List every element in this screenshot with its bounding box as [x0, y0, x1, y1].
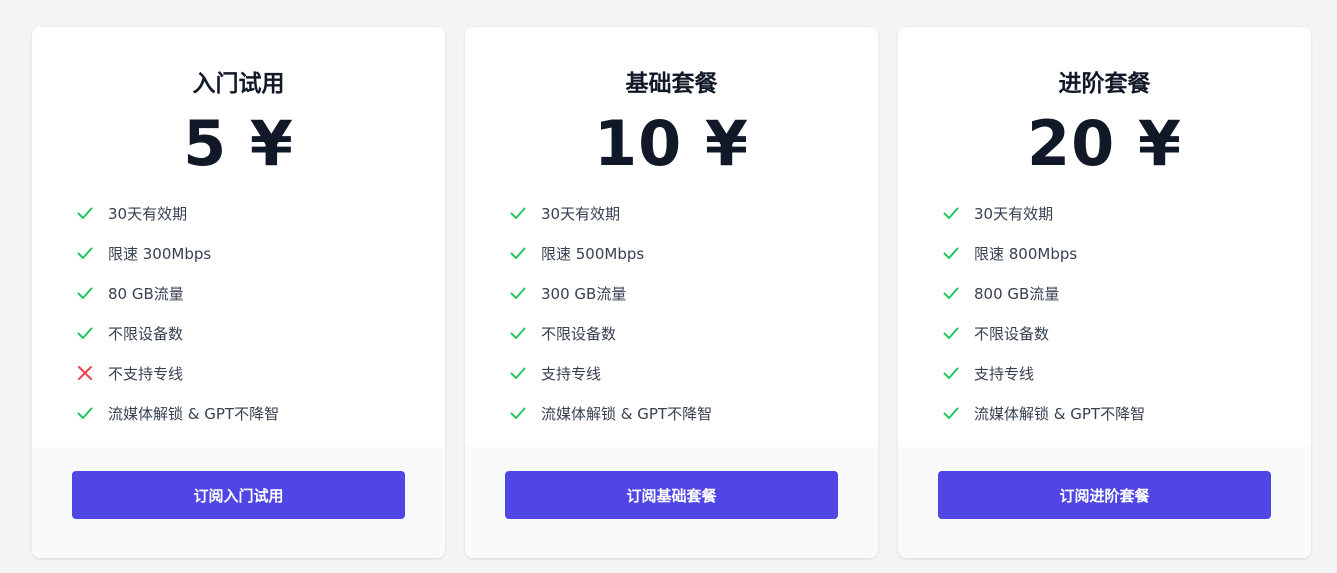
check-icon: [941, 363, 961, 383]
feature-item: 不限设备数: [75, 313, 445, 353]
plan-name: 基础套餐: [625, 71, 718, 97]
pricing-card-header: 进阶套餐 20 ¥ 30天有效期 限速 800Mbps 800 GB流量 不限设…: [898, 27, 1311, 447]
feature-text: 不限设备数: [541, 324, 617, 343]
pricing-card-footer: 订阅基础套餐: [465, 447, 878, 558]
feature-text: 30天有效期: [108, 204, 188, 223]
check-icon: [941, 243, 961, 263]
pricing-card-header: 基础套餐 10 ¥ 30天有效期 限速 500Mbps 300 GB流量 不限设…: [465, 27, 878, 447]
feature-list: 30天有效期 限速 300Mbps 80 GB流量 不限设备数 不支持专线 流媒…: [32, 193, 445, 433]
feature-item: 不限设备数: [941, 313, 1311, 353]
pricing-card-footer: 订阅入门试用: [32, 447, 445, 558]
feature-item: 支持专线: [508, 353, 878, 393]
pricing-card-trial: 入门试用 5 ¥ 30天有效期 限速 300Mbps 80 GB流量 不限设备数…: [32, 27, 445, 558]
check-icon: [508, 323, 528, 343]
plan-price: 20 ¥: [1026, 107, 1182, 180]
pricing-card-header: 入门试用 5 ¥ 30天有效期 限速 300Mbps 80 GB流量 不限设备数…: [32, 27, 445, 447]
check-icon: [75, 283, 95, 303]
feature-item: 不限设备数: [508, 313, 878, 353]
feature-text: 800 GB流量: [974, 284, 1060, 303]
subscribe-basic-button[interactable]: 订阅基础套餐: [505, 471, 838, 519]
feature-item: 30天有效期: [508, 193, 878, 233]
feature-text: 30天有效期: [974, 204, 1054, 223]
feature-text: 不支持专线: [108, 364, 184, 383]
feature-item: 800 GB流量: [941, 273, 1311, 313]
pricing-card-footer: 订阅进阶套餐: [898, 447, 1311, 558]
feature-text: 80 GB流量: [108, 284, 184, 303]
subscribe-advanced-button[interactable]: 订阅进阶套餐: [938, 471, 1271, 519]
check-icon: [941, 403, 961, 423]
feature-text: 30天有效期: [541, 204, 621, 223]
check-icon: [75, 203, 95, 223]
feature-item: 80 GB流量: [75, 273, 445, 313]
plan-price: 5 ¥: [183, 107, 294, 180]
feature-text: 流媒体解锁 & GPT不降智: [108, 404, 280, 423]
cross-icon: [75, 363, 95, 383]
feature-item: 30天有效期: [75, 193, 445, 233]
feature-text: 支持专线: [974, 364, 1035, 383]
feature-text: 限速 300Mbps: [108, 244, 212, 263]
check-icon: [508, 243, 528, 263]
feature-item: 流媒体解锁 & GPT不降智: [508, 393, 878, 433]
check-icon: [508, 283, 528, 303]
feature-text: 不限设备数: [108, 324, 184, 343]
feature-item: 限速 500Mbps: [508, 233, 878, 273]
feature-item: 限速 300Mbps: [75, 233, 445, 273]
check-icon: [75, 243, 95, 263]
feature-text: 支持专线: [541, 364, 602, 383]
check-icon: [75, 323, 95, 343]
check-icon: [941, 203, 961, 223]
check-icon: [508, 403, 528, 423]
feature-list: 30天有效期 限速 800Mbps 800 GB流量 不限设备数 支持专线 流媒…: [898, 193, 1311, 433]
check-icon: [508, 363, 528, 383]
pricing-cards: 入门试用 5 ¥ 30天有效期 限速 300Mbps 80 GB流量 不限设备数…: [32, 27, 1311, 558]
check-icon: [508, 203, 528, 223]
plan-name: 进阶套餐: [1058, 71, 1151, 97]
check-icon: [75, 403, 95, 423]
feature-item: 30天有效期: [941, 193, 1311, 233]
feature-text: 流媒体解锁 & GPT不降智: [974, 404, 1146, 423]
feature-text: 限速 800Mbps: [974, 244, 1078, 263]
feature-text: 不限设备数: [974, 324, 1050, 343]
feature-item: 支持专线: [941, 353, 1311, 393]
pricing-card-basic: 基础套餐 10 ¥ 30天有效期 限速 500Mbps 300 GB流量 不限设…: [465, 27, 878, 558]
check-icon: [941, 323, 961, 343]
feature-item: 流媒体解锁 & GPT不降智: [941, 393, 1311, 433]
pricing-card-advanced: 进阶套餐 20 ¥ 30天有效期 限速 800Mbps 800 GB流量 不限设…: [898, 27, 1311, 558]
plan-price: 10 ¥: [593, 107, 749, 180]
feature-list: 30天有效期 限速 500Mbps 300 GB流量 不限设备数 支持专线 流媒…: [465, 193, 878, 433]
plan-name: 入门试用: [192, 71, 285, 97]
feature-item: 300 GB流量: [508, 273, 878, 313]
feature-item: 不支持专线: [75, 353, 445, 393]
feature-text: 300 GB流量: [541, 284, 627, 303]
subscribe-trial-button[interactable]: 订阅入门试用: [72, 471, 405, 519]
check-icon: [941, 283, 961, 303]
feature-item: 流媒体解锁 & GPT不降智: [75, 393, 445, 433]
feature-text: 限速 500Mbps: [541, 244, 645, 263]
feature-item: 限速 800Mbps: [941, 233, 1311, 273]
feature-text: 流媒体解锁 & GPT不降智: [541, 404, 713, 423]
